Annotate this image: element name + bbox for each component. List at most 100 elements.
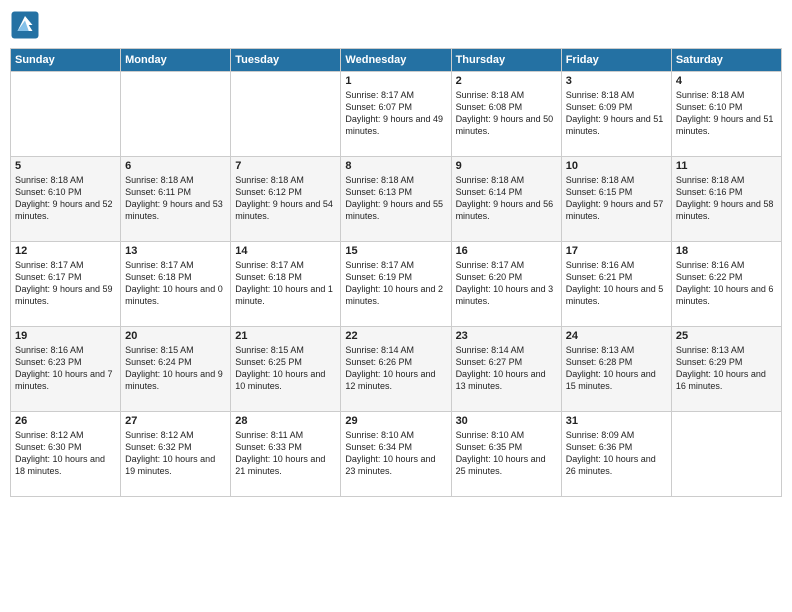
day-number: 2	[456, 75, 557, 87]
day-number: 20	[125, 330, 226, 342]
calendar-cell: 16Sunrise: 8:17 AM Sunset: 6:20 PM Dayli…	[451, 242, 561, 327]
day-info: Sunrise: 8:17 AM Sunset: 6:18 PM Dayligh…	[235, 259, 336, 308]
calendar-cell: 1 Sunrise: 8:17 AM Sunset: 6:07 PM Daylig…	[341, 72, 451, 157]
calendar-header-monday: Monday	[121, 49, 231, 72]
calendar-header-sunday: Sunday	[11, 49, 121, 72]
calendar-week-row: 12 Sunrise: 8:17 AM Sunset: 6:17 PM Dayli…	[11, 242, 782, 327]
calendar-week-row: 1 Sunrise: 8:17 AM Sunset: 6:07 PM Daylig…	[11, 72, 782, 157]
day-info: Sunrise: 8:17 AM Sunset: 6:07 PM Dayligh…	[345, 89, 446, 138]
calendar-header-tuesday: Tuesday	[231, 49, 341, 72]
calendar-cell: 9 Sunrise: 8:18 AM Sunset: 6:14 PM Daylig…	[451, 157, 561, 242]
day-info: Sunrise: 8:17 AM Sunset: 6:17 PM Dayligh…	[15, 259, 116, 308]
calendar-cell: 20 Sunrise: 8:15 AM Sunset: 6:24 PM Dayli…	[121, 327, 231, 412]
calendar-cell: 21Sunrise: 8:15 AM Sunset: 6:25 PM Dayli…	[231, 327, 341, 412]
day-number: 26	[15, 415, 116, 427]
day-number: 24	[566, 330, 667, 342]
calendar-cell: 28 Sunrise: 8:11 AM Sunset: 6:33 PM Dayli…	[231, 412, 341, 497]
day-number: 29	[345, 415, 446, 427]
calendar-header-thursday: Thursday	[451, 49, 561, 72]
day-number: 12	[15, 245, 116, 257]
day-number: 13	[125, 245, 226, 257]
calendar-cell: 14 Sunrise: 8:17 AM Sunset: 6:18 PM Dayli…	[231, 242, 341, 327]
day-info: Sunrise: 8:17 AM Sunset: 6:18 PM Dayligh…	[125, 259, 226, 308]
calendar-cell: 18Sunrise: 8:16 AM Sunset: 6:22 PM Dayli…	[671, 242, 781, 327]
calendar-week-row: 19 Sunrise: 8:16 AM Sunset: 6:23 PM Dayli…	[11, 327, 782, 412]
calendar-cell: 11 Sunrise: 8:18 AM Sunset: 6:16 PM Dayli…	[671, 157, 781, 242]
day-number: 17	[566, 245, 667, 257]
calendar-cell: 23 Sunrise: 8:14 AM Sunset: 6:27 PM Dayli…	[451, 327, 561, 412]
calendar-header-row: SundayMondayTuesdayWednesdayThursdayFrid…	[11, 49, 782, 72]
day-number: 15	[345, 245, 446, 257]
day-info: Sunrise: 8:16 AM Sunset: 6:21 PM Dayligh…	[566, 259, 667, 308]
day-info: Sunrise: 8:09 AM Sunset: 6:36 PM Dayligh…	[566, 429, 667, 478]
calendar-table: SundayMondayTuesdayWednesdayThursdayFrid…	[10, 48, 782, 497]
day-info: Sunrise: 8:16 AM Sunset: 6:22 PM Dayligh…	[676, 259, 777, 308]
calendar-cell: 6 Sunrise: 8:18 AM Sunset: 6:11 PM Daylig…	[121, 157, 231, 242]
day-info: Sunrise: 8:17 AM Sunset: 6:20 PM Dayligh…	[456, 259, 557, 308]
day-info: Sunrise: 8:18 AM Sunset: 6:14 PM Dayligh…	[456, 174, 557, 223]
calendar-week-row: 26Sunrise: 8:12 AM Sunset: 6:30 PM Dayli…	[11, 412, 782, 497]
day-number: 9	[456, 160, 557, 172]
day-number: 23	[456, 330, 557, 342]
day-number: 10	[566, 160, 667, 172]
calendar-cell: 10 Sunrise: 8:18 AM Sunset: 6:15 PM Dayli…	[561, 157, 671, 242]
day-info: Sunrise: 8:12 AM Sunset: 6:32 PM Dayligh…	[125, 429, 226, 478]
calendar-cell: 8 Sunrise: 8:18 AM Sunset: 6:13 PM Daylig…	[341, 157, 451, 242]
page: SundayMondayTuesdayWednesdayThursdayFrid…	[0, 0, 792, 612]
calendar-cell: 7 Sunrise: 8:18 AM Sunset: 6:12 PM Daylig…	[231, 157, 341, 242]
day-info: Sunrise: 8:17 AM Sunset: 6:19 PM Dayligh…	[345, 259, 446, 308]
day-number: 28	[235, 415, 336, 427]
calendar-cell	[121, 72, 231, 157]
calendar-cell: 2Sunrise: 8:18 AM Sunset: 6:08 PM Daylig…	[451, 72, 561, 157]
day-info: Sunrise: 8:18 AM Sunset: 6:15 PM Dayligh…	[566, 174, 667, 223]
header	[10, 10, 782, 40]
calendar-cell: 4Sunrise: 8:18 AM Sunset: 6:10 PM Daylig…	[671, 72, 781, 157]
calendar-cell	[11, 72, 121, 157]
day-info: Sunrise: 8:13 AM Sunset: 6:28 PM Dayligh…	[566, 344, 667, 393]
day-info: Sunrise: 8:15 AM Sunset: 6:24 PM Dayligh…	[125, 344, 226, 393]
day-number: 30	[456, 415, 557, 427]
day-info: Sunrise: 8:18 AM Sunset: 6:12 PM Dayligh…	[235, 174, 336, 223]
day-number: 21	[235, 330, 336, 342]
day-info: Sunrise: 8:13 AM Sunset: 6:29 PM Dayligh…	[676, 344, 777, 393]
day-info: Sunrise: 8:16 AM Sunset: 6:23 PM Dayligh…	[15, 344, 116, 393]
calendar-cell: 12 Sunrise: 8:17 AM Sunset: 6:17 PM Dayli…	[11, 242, 121, 327]
day-info: Sunrise: 8:18 AM Sunset: 6:10 PM Dayligh…	[15, 174, 116, 223]
day-number: 19	[15, 330, 116, 342]
day-number: 31	[566, 415, 667, 427]
calendar-header-wednesday: Wednesday	[341, 49, 451, 72]
calendar-cell: 26Sunrise: 8:12 AM Sunset: 6:30 PM Dayli…	[11, 412, 121, 497]
day-info: Sunrise: 8:10 AM Sunset: 6:35 PM Dayligh…	[456, 429, 557, 478]
day-number: 3	[566, 75, 667, 87]
calendar-cell: 5 Sunrise: 8:18 AM Sunset: 6:10 PM Daylig…	[11, 157, 121, 242]
logo-icon	[10, 10, 40, 40]
day-number: 1	[345, 75, 446, 87]
logo	[10, 10, 42, 40]
day-info: Sunrise: 8:18 AM Sunset: 6:10 PM Dayligh…	[676, 89, 777, 138]
calendar-cell: 15 Sunrise: 8:17 AM Sunset: 6:19 PM Dayli…	[341, 242, 451, 327]
day-number: 5	[15, 160, 116, 172]
day-number: 6	[125, 160, 226, 172]
calendar-cell: 19 Sunrise: 8:16 AM Sunset: 6:23 PM Dayli…	[11, 327, 121, 412]
day-info: Sunrise: 8:11 AM Sunset: 6:33 PM Dayligh…	[235, 429, 336, 478]
calendar-cell: 29Sunrise: 8:10 AM Sunset: 6:34 PM Dayli…	[341, 412, 451, 497]
calendar-cell: 24 Sunrise: 8:13 AM Sunset: 6:28 PM Dayli…	[561, 327, 671, 412]
calendar-cell: 17 Sunrise: 8:16 AM Sunset: 6:21 PM Dayli…	[561, 242, 671, 327]
day-number: 25	[676, 330, 777, 342]
day-number: 14	[235, 245, 336, 257]
day-info: Sunrise: 8:18 AM Sunset: 6:11 PM Dayligh…	[125, 174, 226, 223]
day-number: 7	[235, 160, 336, 172]
calendar-cell: 27Sunrise: 8:12 AM Sunset: 6:32 PM Dayli…	[121, 412, 231, 497]
day-info: Sunrise: 8:18 AM Sunset: 6:13 PM Dayligh…	[345, 174, 446, 223]
calendar-cell	[671, 412, 781, 497]
calendar-cell	[231, 72, 341, 157]
calendar-cell: 30 Sunrise: 8:10 AM Sunset: 6:35 PM Dayli…	[451, 412, 561, 497]
calendar-header-saturday: Saturday	[671, 49, 781, 72]
day-info: Sunrise: 8:14 AM Sunset: 6:27 PM Dayligh…	[456, 344, 557, 393]
day-number: 8	[345, 160, 446, 172]
day-number: 22	[345, 330, 446, 342]
calendar-cell: 25 Sunrise: 8:13 AM Sunset: 6:29 PM Dayli…	[671, 327, 781, 412]
day-info: Sunrise: 8:18 AM Sunset: 6:16 PM Dayligh…	[676, 174, 777, 223]
day-info: Sunrise: 8:18 AM Sunset: 6:09 PM Dayligh…	[566, 89, 667, 138]
day-number: 11	[676, 160, 777, 172]
